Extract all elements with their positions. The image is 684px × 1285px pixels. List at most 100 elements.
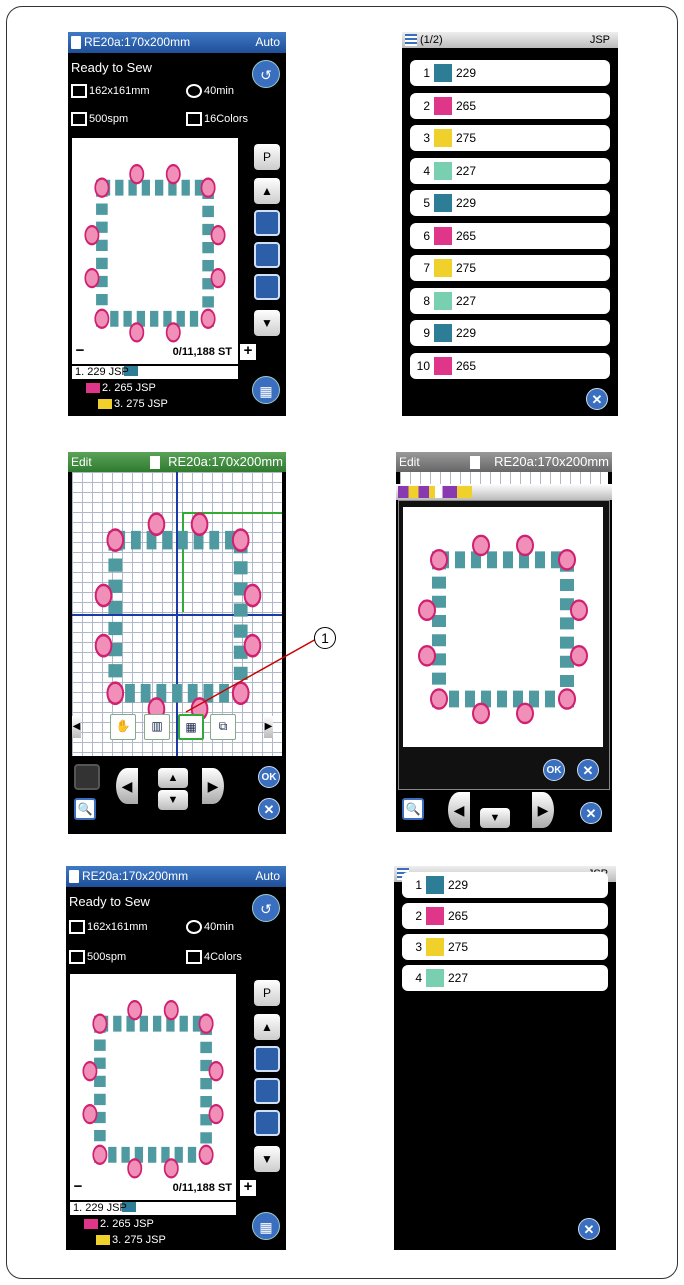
color-row[interactable]: 4 227: [402, 965, 608, 991]
color-list-button[interactable]: [254, 1046, 280, 1072]
color-list-button[interactable]: [254, 210, 280, 236]
thread-list: 1. 229 JSP 2. 265 JSP 3. 275 JSP: [70, 1200, 240, 1250]
scroll-up-button[interactable]: ▲: [254, 1014, 280, 1040]
color-code: 229: [448, 878, 469, 892]
move-left-button[interactable]: ◀: [116, 768, 138, 804]
color-code: 265: [448, 909, 469, 923]
move-right-button[interactable]: ▶: [202, 768, 224, 804]
colors-readout: 16Colors: [186, 112, 248, 126]
group-colors-icon: [398, 486, 472, 498]
thread-2: 2. 265 JSP: [100, 1218, 154, 1230]
return-button[interactable]: [254, 1078, 280, 1104]
size-value: 162x161mm: [89, 84, 150, 97]
color-code: 229: [456, 196, 477, 210]
color-row[interactable]: 10 265: [410, 352, 610, 379]
wreath-design: [72, 138, 238, 364]
toolbar-next-arrow[interactable]: ▶: [264, 716, 273, 738]
presser-foot-button[interactable]: P: [254, 144, 280, 170]
menu-grid-button[interactable]: ▦: [252, 376, 280, 404]
edit-header: Edit RE20a:170x200mm: [68, 452, 286, 472]
thread-row-current: 1. 229 JSP: [70, 1202, 236, 1215]
move-right-button[interactable]: ▶: [532, 792, 554, 828]
color-row[interactable]: 5 229: [410, 190, 610, 216]
hand-button[interactable]: [74, 764, 100, 790]
auto-label: Auto: [255, 869, 280, 883]
ok-button[interactable]: OK: [258, 766, 280, 788]
dialog-ok-button[interactable]: OK: [543, 759, 565, 781]
move-up-button[interactable]: ▲: [158, 768, 188, 788]
scroll-down-button[interactable]: ▼: [254, 310, 280, 336]
color-row[interactable]: 3 275: [410, 125, 610, 151]
plus-button[interactable]: +: [240, 1179, 256, 1196]
color-row[interactable]: 2 265: [402, 903, 608, 929]
thread-button[interactable]: [254, 274, 280, 300]
color-list-header: (1/2) JSP: [402, 32, 618, 48]
scroll-up-button[interactable]: ▲: [254, 178, 280, 204]
minus-button[interactable]: −: [70, 1179, 86, 1196]
swatch-pink: [84, 1219, 98, 1230]
color-row-number: 2: [423, 98, 430, 113]
back-button[interactable]: ↺: [252, 60, 280, 88]
color-list-before: (1/2) JSP 1 229 2 265 3 275 4 227 5 229 6 265 7 275 8 22…: [402, 32, 618, 416]
plus-button[interactable]: +: [240, 343, 256, 360]
copy-tool[interactable]: ⧉: [210, 714, 236, 740]
time-readout: 40min: [186, 920, 234, 934]
color-code: 275: [448, 940, 469, 954]
size-readout: 162x161mm: [69, 920, 148, 934]
color-code: 229: [456, 66, 477, 80]
design-preview: [70, 974, 236, 1200]
size-value: 162x161mm: [87, 920, 148, 933]
color-list-after: JSP 1229226532754227 ✕: [394, 866, 616, 1250]
move-left-button[interactable]: ◀: [448, 792, 470, 828]
thread-row: 3. 275 JSP: [94, 1234, 166, 1247]
color-row[interactable]: 4 227: [410, 157, 610, 184]
color-row-number: 1: [415, 878, 422, 892]
color-row[interactable]: 8 227: [410, 287, 610, 314]
return-button[interactable]: [254, 242, 280, 268]
color-row[interactable]: 9 229: [410, 320, 610, 346]
color-row[interactable]: 3 275: [402, 934, 608, 960]
group-colors-tool[interactable]: ▦: [178, 714, 204, 740]
time-value: 40min: [204, 920, 234, 933]
thread-1: 1. 229 JSP: [73, 1202, 127, 1214]
color-row[interactable]: 6 265: [410, 222, 610, 249]
colors-value: 4Colors: [204, 950, 242, 963]
runner-icon: [69, 950, 85, 964]
scroll-down-button[interactable]: ▼: [254, 1146, 280, 1172]
close-button[interactable]: ✕: [586, 388, 608, 410]
speed-value: 500spm: [87, 950, 127, 963]
close-button[interactable]: ✕: [578, 1218, 600, 1240]
menu-grid-button[interactable]: ▦: [252, 1212, 280, 1240]
color-code: 275: [456, 261, 477, 275]
swatch-yellow: [96, 1235, 110, 1246]
color-row[interactable]: 7 275: [410, 255, 610, 281]
color-row[interactable]: 1 229: [410, 60, 610, 86]
design-preview: [72, 138, 238, 364]
move-down-button[interactable]: ▼: [480, 808, 510, 828]
back-button[interactable]: ↺: [252, 894, 280, 922]
zoom-icon[interactable]: 🔍: [74, 798, 96, 820]
cancel-button[interactable]: ✕: [258, 798, 280, 820]
presser-foot-button[interactable]: P: [254, 980, 280, 1006]
color-row[interactable]: 2 265: [410, 92, 610, 119]
thread-button[interactable]: [254, 1110, 280, 1136]
clock-icon: [186, 84, 202, 98]
hand-tool[interactable]: ✋: [110, 714, 136, 740]
toolbar-prev-arrow[interactable]: ◀: [72, 716, 81, 738]
dialog-cancel-button[interactable]: ✕: [577, 759, 599, 781]
color-tool[interactable]: ▥: [144, 714, 170, 740]
color-row-number: 9: [423, 326, 430, 340]
color-swatch: [434, 226, 452, 245]
hoop-title: RE20a:170x200mm: [84, 35, 191, 49]
brand-label: JSP: [589, 34, 610, 46]
color-swatch: [434, 194, 452, 212]
color-row[interactable]: 1 229: [402, 872, 608, 898]
zoom-icon[interactable]: 🔍: [402, 798, 424, 820]
title-bar: RE20a:170x200mm Auto: [68, 32, 286, 53]
stitch-counter: 0/11,188 ST: [92, 1180, 236, 1196]
close-button[interactable]: ✕: [580, 802, 602, 824]
speed-readout: 500spm: [69, 950, 126, 964]
minus-button[interactable]: −: [72, 343, 88, 360]
runner-icon: [71, 112, 87, 126]
move-down-button[interactable]: ▼: [158, 790, 188, 810]
